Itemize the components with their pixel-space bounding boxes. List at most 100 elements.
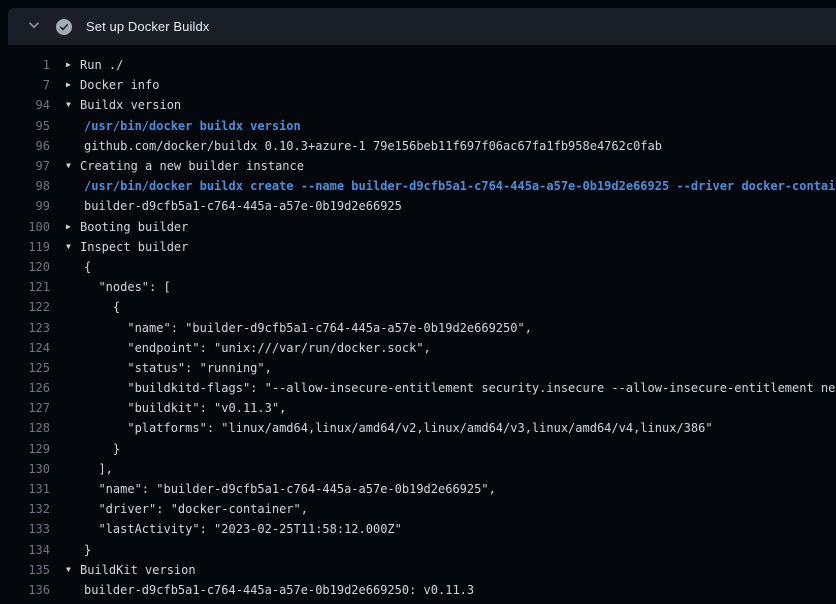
log-text: BuildKit version (80, 563, 196, 577)
log-group-row: 135 ▼BuildKit version (0, 560, 836, 580)
triangle-down-icon: ▼ (66, 566, 80, 574)
triangle-right-icon: ▶ (66, 61, 80, 69)
log-output-text: "nodes": [ (66, 280, 171, 294)
log-output-text: "name": "builder-d9cfb5a1-c764-445a-a57e… (66, 321, 532, 335)
log-line-number[interactable]: 99 (0, 199, 50, 213)
log-line: 129 } (0, 439, 836, 459)
log-line-number[interactable]: 97 (0, 159, 50, 173)
log-group-row: 94 ▼Buildx version (0, 95, 836, 115)
log-output-text: builder-d9cfb5a1-c764-445a-a57e-0b19d2e6… (66, 583, 474, 597)
log-line-number[interactable]: 126 (0, 381, 50, 395)
log-group-toggle[interactable]: ▶Booting builder (66, 220, 188, 234)
log-line-number[interactable]: 100 (0, 220, 50, 234)
log-line: 133 "lastActivity": "2023-02-25T11:58:12… (0, 519, 836, 539)
log-line: 98/usr/bin/docker buildx create --name b… (0, 176, 836, 196)
log-text: "lastActivity": "2023-02-25T11:58:12.000… (84, 522, 402, 536)
log-output-text: "lastActivity": "2023-02-25T11:58:12.000… (66, 522, 402, 536)
log-output-text: builder-d9cfb5a1-c764-445a-a57e-0b19d2e6… (66, 199, 402, 213)
step-title: Set up Docker Buildx (86, 19, 209, 34)
log-line-number[interactable]: 122 (0, 300, 50, 314)
log-line-number[interactable]: 134 (0, 543, 50, 557)
log-line-number[interactable]: 123 (0, 321, 50, 335)
log-text: "status": "running", (84, 361, 272, 375)
log-output-text: "platforms": "linux/amd64,linux/amd64/v2… (66, 421, 713, 435)
triangle-down-icon: ▼ (66, 162, 80, 170)
log-text: "endpoint": "unix:///var/run/docker.sock… (84, 341, 431, 355)
log-text: { (84, 260, 91, 274)
log-text: Booting builder (80, 220, 188, 234)
log-line-number[interactable]: 7 (0, 78, 50, 92)
log-line-number[interactable]: 96 (0, 139, 50, 153)
log-line-number[interactable]: 95 (0, 119, 50, 133)
log-text: { (84, 300, 120, 314)
step-header[interactable]: Set up Docker Buildx (8, 8, 836, 45)
log-line: 121 "nodes": [ (0, 277, 836, 297)
log-line-number[interactable]: 125 (0, 361, 50, 375)
log-line-number[interactable]: 129 (0, 442, 50, 456)
log-text: Run ./ (80, 58, 123, 72)
log-output-text: github.com/docker/buildx 0.10.3+azure-1 … (66, 139, 662, 153)
log-output-text: } (66, 543, 91, 557)
log-group-row: 7 ▶Docker info (0, 75, 836, 95)
log-group-row: 1 ▶Run ./ (0, 55, 836, 75)
triangle-down-icon: ▼ (66, 243, 80, 251)
log-text: "platforms": "linux/amd64,linux/amd64/v2… (84, 421, 713, 435)
log-line: 122 { (0, 297, 836, 317)
log-group-toggle[interactable]: ▶Run ./ (66, 58, 123, 72)
log-line-number[interactable]: 133 (0, 522, 50, 536)
log-group-toggle[interactable]: ▼BuildKit version (66, 563, 196, 577)
log-text: /usr/bin/docker buildx version (84, 119, 301, 133)
log-line-number[interactable]: 135 (0, 563, 50, 577)
log-output-text: { (66, 260, 91, 274)
log-line-number[interactable]: 130 (0, 462, 50, 476)
log-line: 127 "buildkit": "v0.11.3", (0, 398, 836, 418)
log-line: 126 "buildkitd-flags": "--allow-insecure… (0, 378, 836, 398)
log-line: 132 "driver": "docker-container", (0, 499, 836, 519)
log-line: 123 "name": "builder-d9cfb5a1-c764-445a-… (0, 317, 836, 337)
log-line: 134} (0, 540, 836, 560)
triangle-right-icon: ▶ (66, 223, 80, 231)
chevron-down-icon (26, 17, 42, 36)
log-line: 96 github.com/docker/buildx 0.10.3+azure-… (0, 136, 836, 156)
log-text: Creating a new builder instance (80, 159, 304, 173)
log-line-number[interactable]: 120 (0, 260, 50, 274)
log-output-text: "buildkitd-flags": "--allow-insecure-ent… (66, 381, 836, 395)
log-text: github.com/docker/buildx 0.10.3+azure-1 … (84, 139, 662, 153)
log-text: Docker info (80, 78, 159, 92)
log-line-number[interactable]: 1 (0, 58, 50, 72)
log-line-number[interactable]: 132 (0, 502, 50, 516)
triangle-right-icon: ▶ (66, 81, 80, 89)
log-group-toggle[interactable]: ▼Inspect builder (66, 240, 188, 254)
log-group-toggle[interactable]: ▶Docker info (66, 78, 159, 92)
log-text: ], (84, 462, 113, 476)
log-output-text: { (66, 300, 120, 314)
log-line-number[interactable]: 119 (0, 240, 50, 254)
log-text: "nodes": [ (84, 280, 171, 294)
log-output-text: ], (66, 462, 113, 476)
log-line: 128 "platforms": "linux/amd64,linux/amd6… (0, 418, 836, 438)
log-line-number[interactable]: 98 (0, 179, 50, 193)
log-text: /usr/bin/docker buildx create --name bui… (84, 179, 836, 193)
log-line-number[interactable]: 131 (0, 482, 50, 496)
log-group-row: 119 ▼Inspect builder (0, 237, 836, 257)
log-text: "name": "builder-d9cfb5a1-c764-445a-a57e… (84, 482, 496, 496)
log-line-number[interactable]: 121 (0, 280, 50, 294)
log-line-number[interactable]: 136 (0, 583, 50, 597)
log-line-number[interactable]: 127 (0, 401, 50, 415)
log-output-text: "driver": "docker-container", (66, 502, 308, 516)
log-group-toggle[interactable]: ▼Creating a new builder instance (66, 159, 304, 173)
log-line-number[interactable]: 94 (0, 98, 50, 112)
log-text: Buildx version (80, 98, 181, 112)
log-output-text: "endpoint": "unix:///var/run/docker.sock… (66, 341, 431, 355)
log-line: 136 builder-d9cfb5a1-c764-445a-a57e-0b19d… (0, 580, 836, 600)
log-command-text: /usr/bin/docker buildx create --name bui… (66, 179, 836, 193)
log-line: 99 builder-d9cfb5a1-c764-445a-a57e-0b19d2… (0, 196, 836, 216)
check-circle-icon (56, 19, 72, 35)
log-line-number[interactable]: 128 (0, 421, 50, 435)
log-line-number[interactable]: 124 (0, 341, 50, 355)
log-text: "name": "builder-d9cfb5a1-c764-445a-a57e… (84, 321, 532, 335)
log-group-toggle[interactable]: ▼Buildx version (66, 98, 181, 112)
log-output-text: } (66, 442, 120, 456)
collapse-step-button[interactable] (24, 17, 44, 37)
log-text: builder-d9cfb5a1-c764-445a-a57e-0b19d2e6… (84, 583, 474, 597)
